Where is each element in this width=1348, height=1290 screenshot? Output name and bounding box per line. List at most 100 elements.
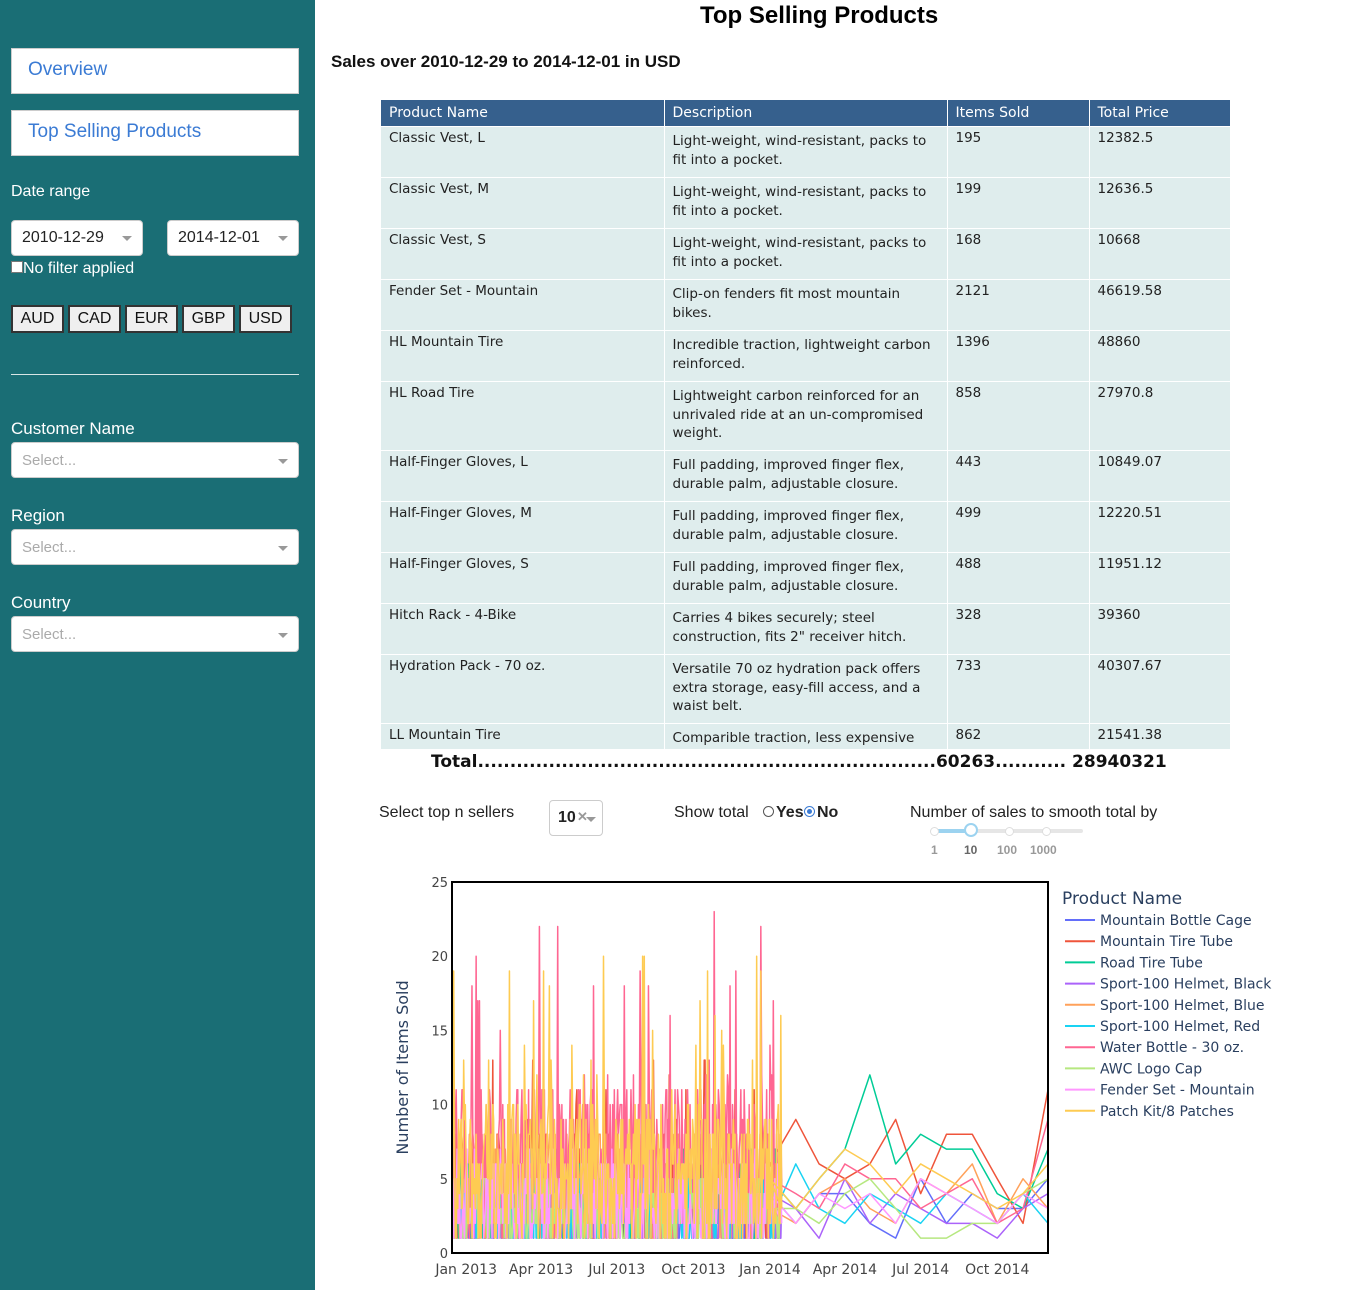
x-tick-label: Jan 2014 [738,1262,801,1278]
table-row: Classic Vest, L Light-weight, wind-resist… [381,126,1230,178]
end-date-input[interactable]: 2014-12-01 [167,220,299,256]
customer-name-select[interactable]: Select... [11,442,299,478]
total-price-cell: 40307.67 [1089,654,1230,724]
description-cell: Incredible traction, lightweight carbon … [664,330,948,382]
products-table: Product Name Description Items Sold Total P… [381,100,1230,749]
smooth-slider-handle[interactable] [964,823,978,837]
table-row: Hitch Rack - 4-Bike Carries 4 bikes secur… [381,603,1230,655]
customer-name-label: Customer Name [11,419,135,438]
total-price-cell: 12220.51 [1089,501,1230,553]
y-tick-label: 20 [431,950,448,965]
legend-item: Water Bottle - 30 oz. [1100,1040,1244,1056]
legend-item: AWC Logo Cap [1100,1061,1202,1077]
total-price-cell: 11951.12 [1089,552,1230,604]
product-name-cell: Fender Set - Mountain [381,279,665,331]
items-sold-cell: 443 [947,450,1090,502]
legend-item: Fender Set - Mountain [1100,1083,1255,1099]
items-sold-cell: 195 [947,126,1090,178]
product-name-cell: Half-Finger Gloves, S [381,552,665,604]
show-total-no-radio[interactable] [804,806,815,817]
description-cell: Clip-on fenders fit most mountain bikes. [664,279,948,331]
legend-item: Mountain Bottle Cage [1100,913,1252,929]
x-tick-label: Apr 2014 [813,1262,877,1278]
table-row: Hydration Pack - 70 oz. Versatile 70 oz h… [381,654,1230,724]
region-select[interactable]: Select... [11,529,299,565]
items-sold-cell: 858 [947,381,1090,451]
column-header[interactable]: Items Sold [947,100,1090,127]
no-filter-row: No filter applied [11,260,134,278]
table-row: Half-Finger Gloves, M Full padding, impro… [381,501,1230,553]
x-tick-label: Jul 2013 [587,1262,645,1278]
currency-usd-button[interactable]: USD [239,305,292,333]
region-placeholder: Select... [22,539,77,556]
page-title: Top Selling Products [700,2,939,29]
table-total: Total...................................… [431,752,1167,772]
y-tick-label: 10 [431,1099,448,1114]
table-row: HL Mountain Tire Incredible traction, lig… [381,330,1230,382]
legend-item: Road Tire Tube [1100,955,1203,971]
description-cell: Light-weight, wind-resistant, packs to f… [664,177,948,229]
total-price-cell: 12382.5 [1089,126,1230,178]
show-total-label: Show total [674,804,749,821]
total-price-cell: 10849.07 [1089,450,1230,502]
items-sold-cell: 328 [947,603,1090,655]
items-sold-cell: 2121 [947,279,1090,331]
country-label: Country [11,593,71,612]
no-filter-checkbox[interactable] [11,261,23,274]
table-row: Fender Set - Mountain Clip-on fenders fit… [381,279,1230,331]
product-name-cell: Classic Vest, M [381,177,665,229]
show-total-yes-label: Yes [776,804,804,821]
product-name-cell: HL Road Tire [381,381,665,451]
slider-mark: 10 [964,843,978,857]
nav-top-selling-button[interactable]: Top Selling Products [11,110,299,156]
items-sold-cell: 168 [947,228,1090,280]
x-tick-label: Jul 2014 [891,1262,949,1278]
slider-mark: 1000 [1030,843,1057,857]
currency-gbp-button[interactable]: GBP [182,305,235,333]
table-row: Half-Finger Gloves, S Full padding, impro… [381,552,1230,604]
items-sold-cell: 1396 [947,330,1090,382]
show-total-yes-radio[interactable] [763,806,774,817]
column-header[interactable]: Total Price [1089,100,1230,127]
nav-overview-button[interactable]: Overview [11,48,299,94]
legend-item: Sport-100 Helmet, Red [1100,1019,1260,1035]
y-tick-label: 25 [431,876,448,891]
currency-eur-button[interactable]: EUR [125,305,178,333]
items-sold-cell: 199 [947,177,1090,229]
currency-cad-button[interactable]: CAD [68,305,121,333]
topn-select[interactable]: 10 ✕ [549,800,603,836]
table-row: HL Road Tire Lightweight carbon reinforce… [381,381,1230,451]
date-range-label: Date range [11,183,91,200]
description-cell: Light-weight, wind-resistant, packs to f… [664,228,948,280]
product-name-cell: Classic Vest, S [381,228,665,280]
total-price-cell: 21541.38 [1089,723,1230,749]
end-date-value: 2014-12-01 [178,229,260,246]
page-subtitle: Sales over 2010-12-29 to 2014-12-01 in U… [331,52,681,71]
column-header[interactable]: Description [664,100,948,127]
country-select[interactable]: Select... [11,616,299,652]
total-price-cell: 12636.5 [1089,177,1230,229]
y-tick-label: 5 [440,1173,448,1188]
slider-dot [1005,827,1014,836]
x-tick-label: Oct 2014 [965,1262,1029,1278]
product-name-cell: Half-Finger Gloves, M [381,501,665,553]
product-name-cell: LL Mountain Tire [381,723,665,749]
chevron-down-icon [278,236,288,241]
column-header[interactable]: Product Name [381,100,665,127]
slider-mark: 100 [997,843,1018,857]
start-date-input[interactable]: 2010-12-29 [11,220,143,256]
table-row: Classic Vest, S Light-weight, wind-resist… [381,228,1230,280]
sidebar: Overview Top Selling Products Date range… [0,0,315,1290]
description-cell: Full padding, improved finger flex, dura… [664,450,948,502]
currency-aud-button[interactable]: AUD [11,305,64,333]
product-name-cell: Hitch Rack - 4-Bike [381,603,665,655]
y-tick-label: 15 [431,1024,448,1039]
slider-dot [930,827,939,836]
chevron-down-icon [278,546,288,551]
country-placeholder: Select... [22,626,77,643]
y-axis-label: Number of Items Sold [393,980,412,1154]
table-row: Half-Finger Gloves, L Full padding, impro… [381,450,1230,502]
chevron-down-icon [278,633,288,638]
description-cell: Carries 4 bikes securely; steel construc… [664,603,948,655]
items-sold-cell: 733 [947,654,1090,724]
